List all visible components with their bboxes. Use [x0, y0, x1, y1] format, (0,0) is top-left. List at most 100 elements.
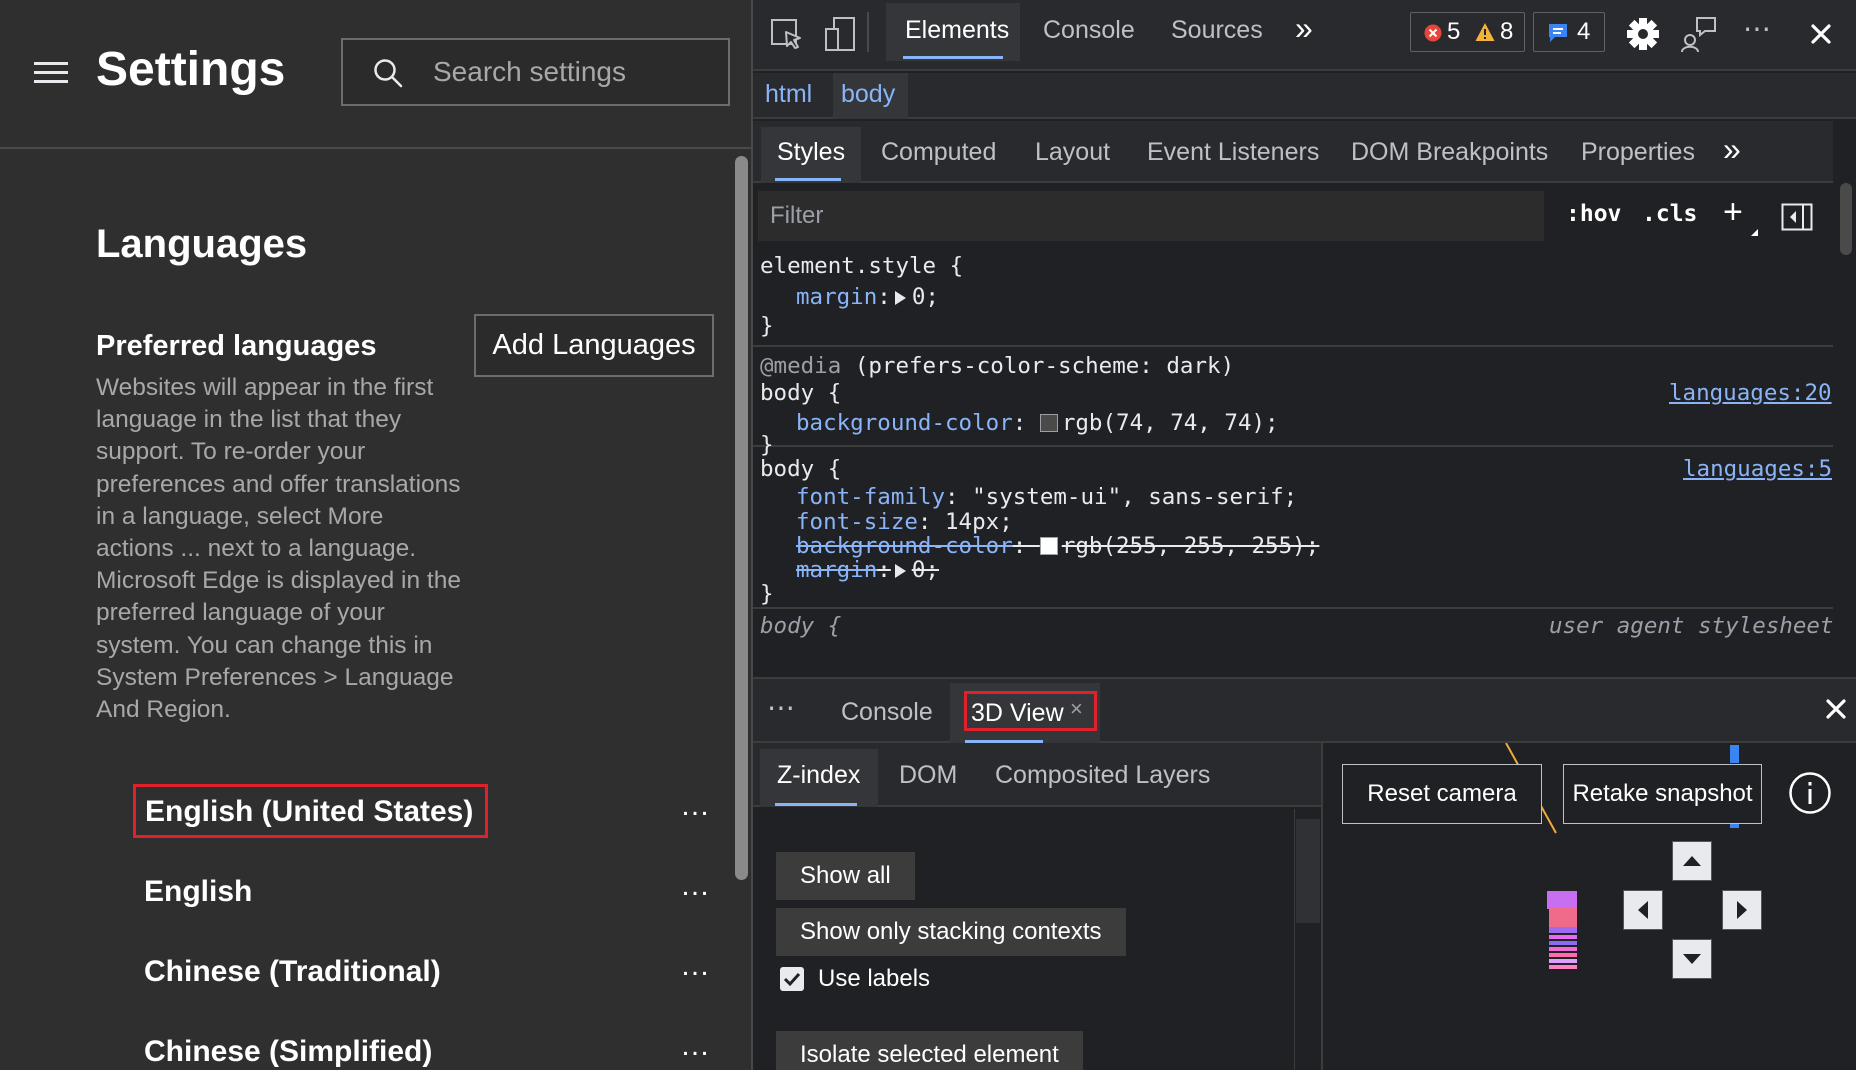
- more-subtabs-button[interactable]: »: [1723, 131, 1741, 168]
- 3d-view-panel: Z-index DOM Composited Layers Show all S…: [753, 743, 1856, 1070]
- close-drawer-icon[interactable]: [1816, 689, 1856, 729]
- reset-camera-button[interactable]: Reset camera: [1342, 764, 1542, 824]
- tab-dom[interactable]: DOM: [899, 761, 957, 790]
- tab-console[interactable]: Console: [1043, 16, 1135, 45]
- search-icon: [374, 59, 403, 88]
- filter-input[interactable]: [758, 191, 1544, 241]
- rule-selector[interactable]: element.style {: [760, 253, 963, 279]
- tab-dom-breakpoints[interactable]: DOM Breakpoints: [1351, 138, 1548, 167]
- settings-header: Settings: [0, 0, 751, 149]
- tab-sources[interactable]: Sources: [1171, 16, 1263, 45]
- inspect-element-icon[interactable]: [766, 14, 806, 54]
- scrollbar-thumb[interactable]: [1296, 819, 1320, 923]
- add-languages-button[interactable]: Add Languages: [474, 314, 714, 377]
- new-style-rule-button[interactable]: +: [1723, 193, 1743, 232]
- settings-page: Settings Languages Preferred languages A…: [0, 0, 751, 1070]
- language-item[interactable]: Chinese (Simplified) …: [134, 1025, 724, 1070]
- drawer-tab-label: 3D View: [971, 699, 1064, 727]
- 3d-canvas[interactable]: Reset camera Retake snapshot: [1323, 743, 1856, 1070]
- more-actions-button[interactable]: …: [668, 871, 724, 915]
- menu-icon[interactable]: [34, 62, 68, 83]
- styles-filter-bar: :hov .cls +: [753, 185, 1833, 247]
- info-icon[interactable]: [1788, 771, 1832, 815]
- check-icon: [783, 972, 801, 987]
- style-rule: body { languages:5 font-family: "system-…: [753, 447, 1833, 609]
- feedback-icon[interactable]: [1679, 14, 1719, 54]
- language-item[interactable]: English (United States) …: [132, 784, 724, 849]
- show-stacking-contexts-button[interactable]: Show only stacking contexts: [776, 908, 1126, 956]
- preferred-languages-description: Websites will appear in the first langua…: [96, 374, 461, 724]
- rule-declaration[interactable]: font-family: "system-ui", sans-serif;: [796, 484, 1297, 510]
- language-name: English: [144, 875, 253, 908]
- rule-selector[interactable]: body {: [760, 456, 841, 482]
- pan-right-button[interactable]: [1722, 890, 1762, 930]
- styles-subtabs: Styles Computed Layout Event Listeners D…: [753, 121, 1833, 183]
- more-actions-button[interactable]: …: [668, 791, 724, 835]
- language-name: Chinese (Traditional): [144, 955, 441, 988]
- cls-toggle[interactable]: .cls: [1642, 201, 1697, 227]
- more-options-icon[interactable]: ⋯: [1743, 12, 1773, 45]
- rule-declaration[interactable]: background-color: rgb(74, 74, 74);: [796, 410, 1279, 436]
- hov-toggle[interactable]: :hov: [1566, 201, 1621, 227]
- source-link[interactable]: languages:5: [1683, 456, 1832, 482]
- error-count: 5: [1447, 18, 1461, 45]
- tab-event-listeners[interactable]: Event Listeners: [1147, 138, 1319, 167]
- tab-styles[interactable]: Styles: [777, 138, 845, 167]
- search-input[interactable]: [433, 40, 723, 104]
- rule-declaration[interactable]: margin: 0;: [796, 284, 939, 310]
- rule-selector[interactable]: body {: [760, 380, 841, 406]
- drawer-tab-3d-view[interactable]: 3D View ×: [964, 691, 1097, 731]
- isolate-selected-element-button[interactable]: Isolate selected element: [776, 1031, 1083, 1070]
- rule-declaration-overridden[interactable]: margin: 0;: [796, 557, 939, 583]
- scrollbar-thumb[interactable]: [735, 156, 748, 880]
- messages-counter[interactable]: 4: [1533, 12, 1605, 52]
- checkbox[interactable]: [780, 967, 804, 991]
- tab-composited-layers[interactable]: Composited Layers: [995, 761, 1210, 790]
- retake-snapshot-button[interactable]: Retake snapshot: [1563, 764, 1762, 824]
- pan-up-button[interactable]: [1672, 841, 1712, 881]
- more-tabs-button[interactable]: »: [1295, 10, 1313, 47]
- drawer-tabbar: ⋯ Console 3D View ×: [753, 677, 1856, 743]
- close-devtools-icon[interactable]: [1801, 14, 1841, 54]
- style-rule: element.style { margin: 0; }: [753, 247, 1833, 347]
- search-box[interactable]: [341, 38, 730, 106]
- page-title: Settings: [96, 43, 286, 96]
- issues-counter[interactable]: 5 8: [1410, 12, 1525, 52]
- tab-z-index[interactable]: Z-index: [777, 761, 860, 790]
- devtools-panel: Elements Console Sources » 5 8 4 ⋯ html …: [753, 0, 1856, 1070]
- source-link[interactable]: languages:20: [1669, 380, 1832, 406]
- pan-down-button[interactable]: [1672, 939, 1712, 979]
- drawer-tab-console[interactable]: Console: [841, 698, 933, 727]
- close-tab-icon[interactable]: ×: [1070, 696, 1083, 722]
- expand-triangle-icon: [894, 291, 906, 305]
- preferred-languages-label: Preferred languages: [96, 330, 377, 362]
- options-scrollbar[interactable]: [1294, 809, 1321, 1070]
- arrow-right-icon: [1737, 901, 1747, 919]
- language-name: English (United States): [132, 784, 489, 838]
- section-title: Languages: [96, 222, 308, 266]
- breadcrumb-html[interactable]: html: [765, 80, 812, 109]
- rule-selector[interactable]: body {: [760, 613, 841, 639]
- settings-scrollbar[interactable]: [732, 152, 751, 1070]
- tab-elements[interactable]: Elements: [905, 16, 1009, 45]
- use-labels-checkbox[interactable]: Use labels: [780, 965, 1080, 995]
- rule-declaration-overridden[interactable]: background-color: rgb(255, 255, 255);: [796, 533, 1319, 559]
- rule-declaration[interactable]: font-size: 14px;: [796, 509, 1013, 535]
- tab-layout[interactable]: Layout: [1035, 138, 1110, 167]
- drawer-more-icon[interactable]: ⋯: [767, 691, 797, 724]
- language-item[interactable]: English …: [134, 865, 724, 929]
- more-actions-button[interactable]: …: [668, 1031, 724, 1070]
- tab-properties[interactable]: Properties: [1581, 138, 1695, 167]
- more-actions-button[interactable]: …: [668, 951, 724, 995]
- language-item[interactable]: Chinese (Traditional) …: [134, 945, 724, 1009]
- styles-scrollbar[interactable]: [1833, 121, 1856, 677]
- toggle-sidebar-icon[interactable]: [1781, 203, 1813, 231]
- show-all-button[interactable]: Show all: [776, 852, 915, 900]
- gear-icon[interactable]: [1623, 14, 1663, 54]
- tab-computed[interactable]: Computed: [881, 138, 996, 167]
- scrollbar-thumb[interactable]: [1840, 183, 1852, 255]
- expand-triangle-icon: [894, 564, 906, 578]
- device-toolbar-icon[interactable]: [821, 14, 861, 54]
- pan-left-button[interactable]: [1623, 890, 1663, 930]
- breadcrumb-body[interactable]: body: [841, 80, 895, 109]
